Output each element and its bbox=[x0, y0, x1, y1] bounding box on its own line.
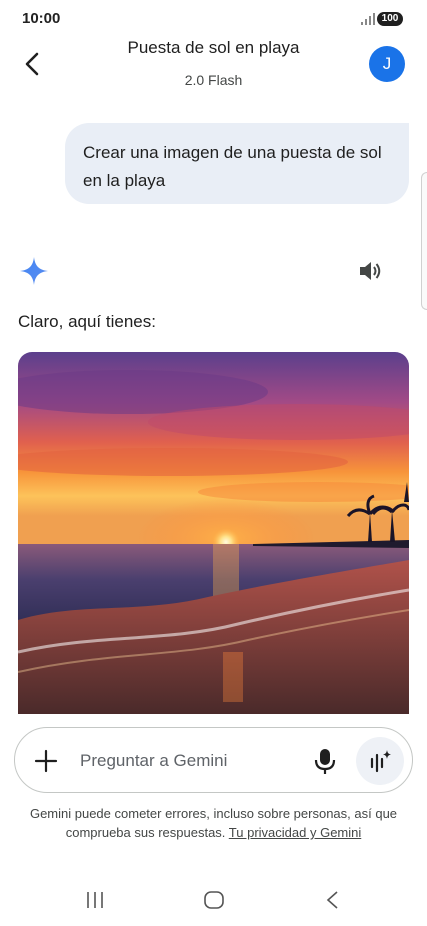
system-nav-bar bbox=[0, 884, 427, 918]
nav-back-icon[interactable] bbox=[322, 890, 344, 910]
scroll-handle[interactable] bbox=[421, 172, 427, 310]
prompt-bar bbox=[14, 727, 413, 793]
gemini-spark-icon bbox=[20, 257, 48, 285]
live-button[interactable] bbox=[356, 737, 404, 785]
signal-icon bbox=[361, 13, 375, 25]
user-message: Crear una imagen de una puesta de sol en… bbox=[65, 123, 409, 204]
model-label[interactable]: 2.0 Flash bbox=[0, 72, 427, 88]
chat-title: Puesta de sol en playa bbox=[127, 38, 300, 57]
plus-icon[interactable] bbox=[31, 746, 61, 776]
microphone-icon[interactable] bbox=[311, 746, 339, 776]
response-text: Claro, aquí tienes: bbox=[18, 312, 156, 331]
prompt-input[interactable] bbox=[80, 748, 290, 774]
chat-header: Puesta de sol en playa 2.0 Flash J bbox=[0, 34, 427, 100]
generated-sunset-image[interactable] bbox=[18, 352, 409, 714]
home-icon[interactable] bbox=[203, 890, 225, 910]
avatar[interactable]: J bbox=[369, 46, 405, 82]
live-waveform-icon bbox=[370, 750, 391, 773]
status-time: 10:00 bbox=[22, 10, 61, 27]
recents-icon[interactable] bbox=[84, 890, 106, 910]
privacy-link[interactable]: Tu privacidad y Gemini bbox=[229, 825, 361, 840]
disclaimer: Gemini puede cometer errores, incluso so… bbox=[20, 804, 407, 842]
speaker-icon[interactable] bbox=[357, 258, 383, 284]
battery-indicator: 100 bbox=[377, 12, 403, 26]
